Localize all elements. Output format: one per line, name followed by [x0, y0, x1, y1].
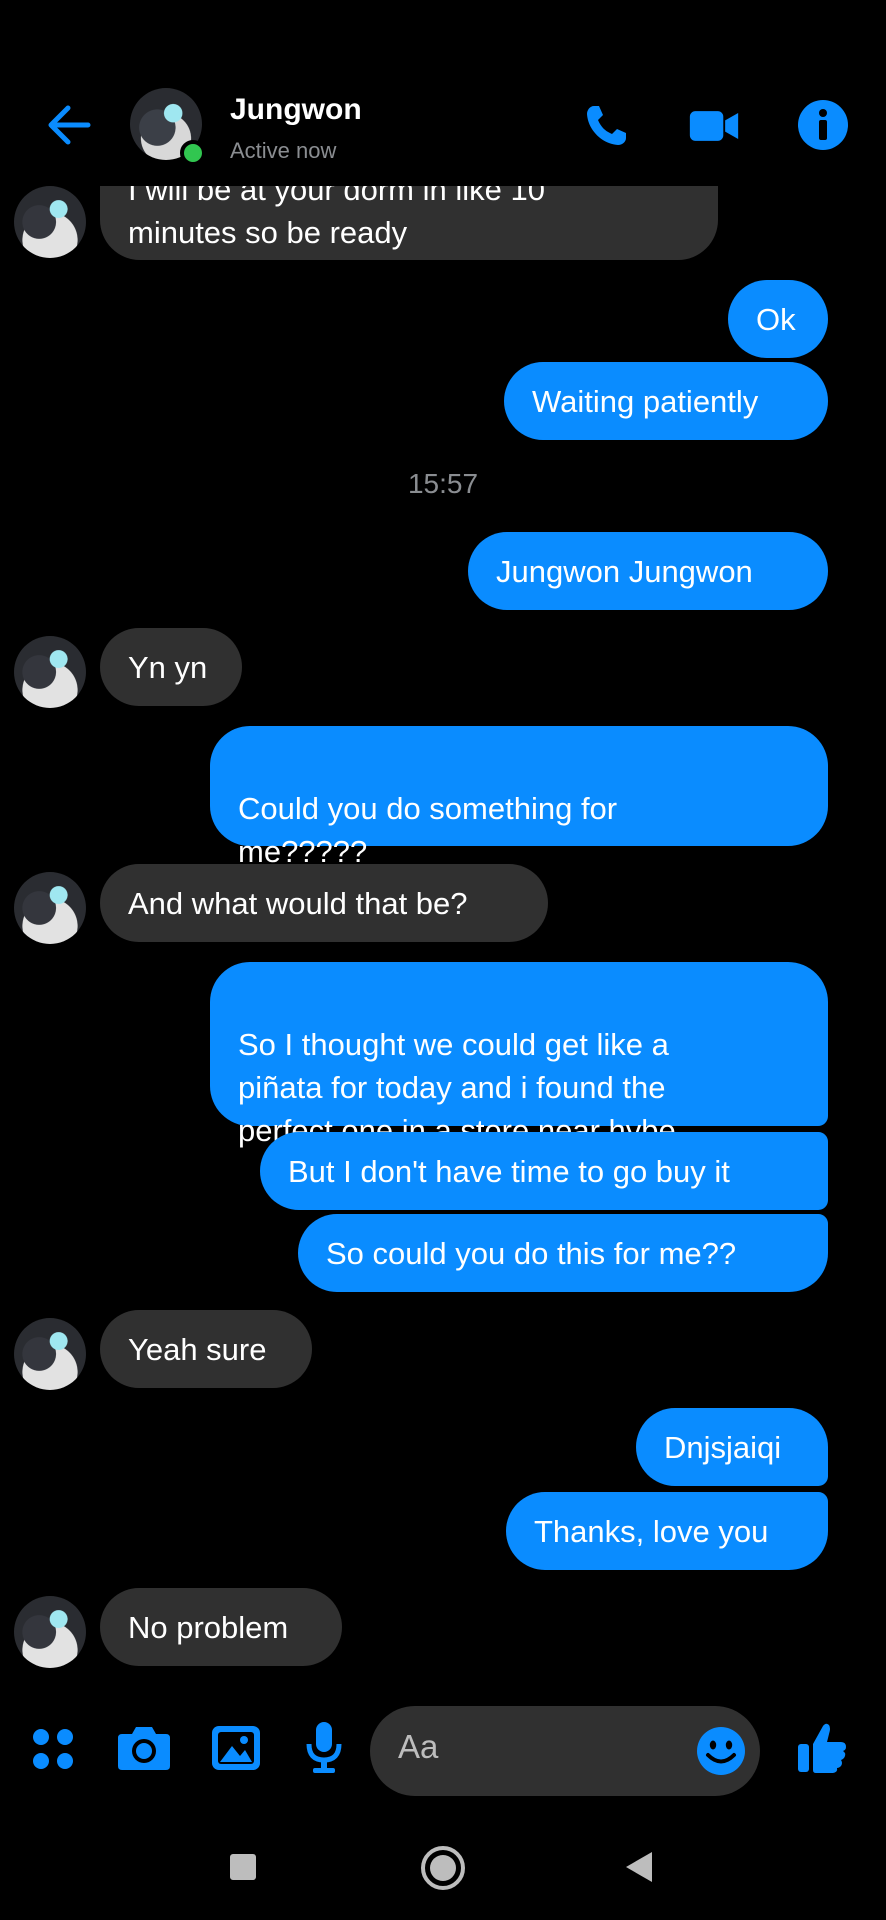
contact-avatar[interactable]	[14, 1318, 86, 1390]
message-incoming[interactable]: No problem	[100, 1588, 342, 1666]
message-input-placeholder: Aa	[398, 1728, 439, 1765]
microphone-icon[interactable]	[304, 1720, 344, 1776]
message-outgoing[interactable]: So I thought we could get like a piñata …	[210, 962, 828, 1148]
message-text: Dnjsjaiqi	[664, 1430, 782, 1465]
nav-home-icon[interactable]	[420, 1845, 466, 1891]
message-text: So could you do this for me??	[326, 1236, 737, 1271]
apps-icon[interactable]	[30, 1726, 76, 1772]
message-outgoing[interactable]: Jungwon Jungwon	[468, 532, 828, 610]
message-outgoing[interactable]: Could you do something for me?????	[210, 726, 828, 869]
message-text: Yeah sure	[128, 1332, 267, 1367]
message-text: So I thought we could get like a piñata …	[238, 1027, 676, 1148]
message-incoming[interactable]: And what would that be?	[100, 864, 548, 942]
thumbs-up-icon[interactable]	[796, 1720, 848, 1776]
message-incoming[interactable]: Yeah sure	[100, 1310, 312, 1388]
emoji-icon[interactable]	[696, 1726, 746, 1776]
contact-avatar[interactable]	[14, 872, 86, 944]
message-text: Jungwon Jungwon	[496, 554, 753, 589]
message-text: But I don't have time to go buy it	[288, 1154, 730, 1189]
message-text: Waiting patiently	[532, 384, 759, 419]
message-outgoing[interactable]: But I don't have time to go buy it	[260, 1132, 828, 1210]
info-icon[interactable]	[796, 98, 850, 152]
contact-avatar[interactable]	[14, 636, 86, 708]
message-text: Thanks, love you	[534, 1514, 769, 1549]
online-status-dot	[180, 140, 206, 166]
conversation-header: Jungwon Active now	[0, 0, 886, 186]
contact-name[interactable]: Jungwon	[230, 93, 362, 127]
message-outgoing[interactable]: So could you do this for me??	[298, 1214, 828, 1292]
gallery-icon[interactable]	[210, 1724, 262, 1772]
message-text: Ok	[756, 302, 796, 337]
message-text: minutes so be ready	[128, 215, 408, 250]
message-outgoing[interactable]: Dnjsjaiqi	[636, 1408, 828, 1486]
camera-icon[interactable]	[116, 1722, 172, 1772]
contact-avatar[interactable]	[14, 186, 86, 258]
contact-avatar[interactable]	[14, 1596, 86, 1668]
message-text: No problem	[128, 1610, 289, 1645]
message-outgoing[interactable]: Ok	[728, 280, 828, 358]
message-text: Yn yn	[128, 650, 208, 685]
nav-back-icon[interactable]	[624, 1850, 654, 1884]
video-icon[interactable]	[688, 100, 740, 152]
back-arrow-icon[interactable]	[44, 100, 94, 150]
phone-icon[interactable]	[580, 100, 632, 152]
message-text: And what would that be?	[128, 886, 468, 921]
nav-recents-icon[interactable]	[228, 1852, 258, 1882]
message-text: Could you do something for me?????	[238, 791, 618, 869]
message-outgoing[interactable]: Waiting patiently	[504, 362, 828, 440]
message-outgoing[interactable]: Thanks, love you	[506, 1492, 828, 1570]
active-status: Active now	[230, 138, 337, 163]
message-incoming[interactable]: Yn yn	[100, 628, 242, 706]
message-timestamp: 15:57	[407, 468, 479, 499]
